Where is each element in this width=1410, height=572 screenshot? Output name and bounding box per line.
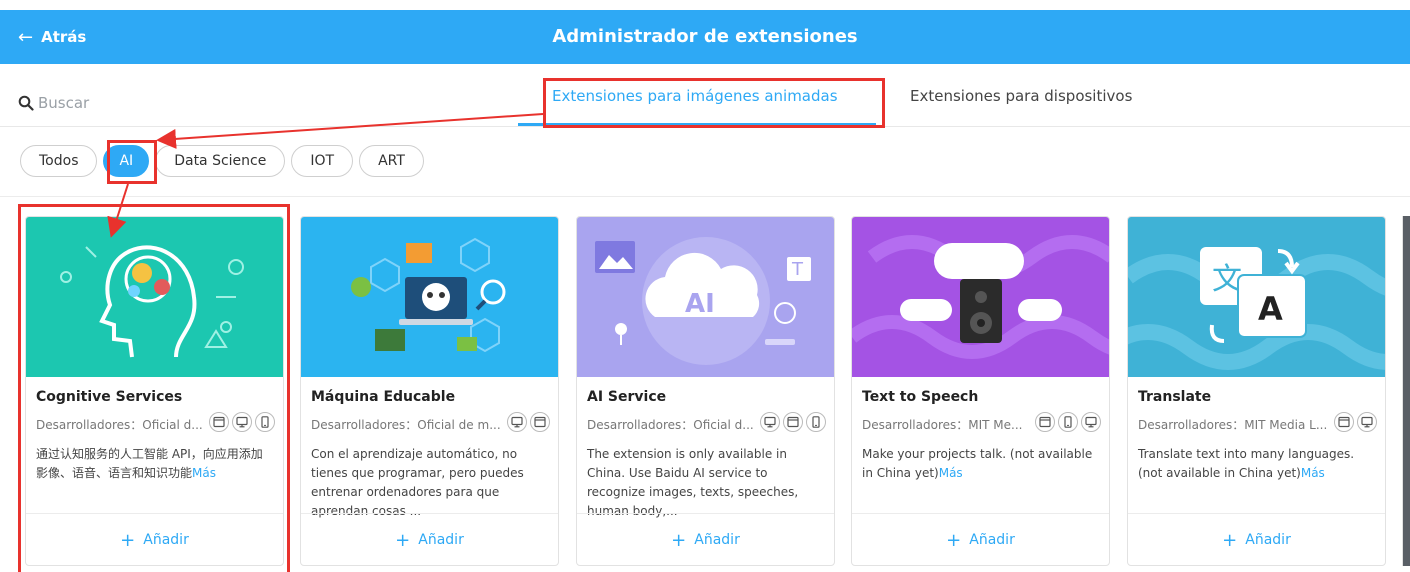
card-description: Translate text into many languages. (not… <box>1138 447 1355 480</box>
mobile-icon <box>1058 412 1078 432</box>
tab-devices[interactable]: Extensiones para dispositivos <box>910 87 1132 105</box>
divider <box>0 196 1410 197</box>
desktop-icon <box>232 412 252 432</box>
extension-card-maquina-educable[interactable]: Máquina Educable Desarrolladores：Oficial… <box>300 216 559 566</box>
divider <box>0 126 1410 127</box>
filter-chip-ai[interactable]: AI <box>103 145 150 177</box>
desktop-icon <box>507 412 527 432</box>
next-card-edge <box>1402 216 1410 566</box>
text-to-speech-image <box>852 217 1109 377</box>
maquina-educable-image <box>301 217 558 377</box>
add-extension-button[interactable]: + Añadir <box>26 514 283 565</box>
ai-service-image: AI T <box>577 217 834 377</box>
cognitive-services-image <box>26 217 283 377</box>
plus-icon: + <box>395 529 411 551</box>
extension-card-translate[interactable]: 文 A Translate Desarrolladores：MIT Media … <box>1127 216 1386 566</box>
card-developer: Desarrolladores：MIT Me... <box>862 418 1023 432</box>
supported-devices <box>757 412 826 432</box>
category-filters: Todos AI Data Science IOT ART <box>20 145 430 177</box>
supported-devices <box>1331 412 1377 432</box>
desktop-icon <box>1357 412 1377 432</box>
browser-icon <box>1035 412 1055 432</box>
extension-card-ai-service[interactable]: AI T AI Service Desarrolladores：Oficial … <box>576 216 835 566</box>
more-link[interactable]: Más <box>192 466 216 480</box>
card-title: AI Service <box>587 389 667 405</box>
plus-icon: + <box>946 529 962 551</box>
svg-text:A: A <box>1258 290 1283 328</box>
tab-animated-images[interactable]: Extensiones para imágenes animadas <box>552 87 838 105</box>
filter-chip-data-science[interactable]: Data Science <box>155 145 286 177</box>
mobile-icon <box>806 412 826 432</box>
more-link[interactable]: Más <box>939 466 963 480</box>
card-description: 通过认知服务的人工智能 API，向应用添加影像、语音、语言和知识功能Más <box>36 447 263 480</box>
arrow-left-icon: ← <box>18 26 34 48</box>
svg-text:AI: AI <box>685 289 715 319</box>
card-developer: Desarrolladores：MIT Media L... <box>1138 418 1328 432</box>
filter-chip-todos[interactable]: Todos <box>20 145 98 177</box>
extension-card-text-to-speech[interactable]: Text to Speech Desarrolladores：MIT Me...… <box>851 216 1110 566</box>
mobile-icon <box>255 412 275 432</box>
desktop-icon <box>1081 412 1101 432</box>
translate-image: 文 A <box>1128 217 1385 377</box>
filter-chip-iot[interactable]: IOT <box>291 145 354 177</box>
page-title: Administrador de extensiones <box>552 26 858 47</box>
search-icon <box>18 95 34 111</box>
card-description: Con el aprendizaje automático, no tienes… <box>311 447 524 518</box>
extension-card-cognitive-services[interactable]: Cognitive Services Desarrolladores：Ofici… <box>25 216 284 566</box>
browser-icon <box>1334 412 1354 432</box>
add-extension-button[interactable]: + Añadir <box>577 514 834 565</box>
card-description: Make your projects talk. (not available … <box>862 447 1093 480</box>
supported-devices <box>504 412 550 432</box>
arrow-to-ai-chip <box>156 113 544 149</box>
top-bar: Administrador de extensiones ← Atrás <box>0 10 1410 64</box>
plus-icon: + <box>671 529 687 551</box>
card-title: Máquina Educable <box>311 389 456 405</box>
plus-icon: + <box>120 529 136 551</box>
plus-icon: + <box>1222 529 1238 551</box>
supported-devices <box>206 412 275 432</box>
card-developer: Desarrolladores：Oficial d... <box>587 418 754 432</box>
browser-icon <box>209 412 229 432</box>
card-developer: Desarrolladores：Oficial d... <box>36 418 203 432</box>
filter-chip-art[interactable]: ART <box>359 145 424 177</box>
more-link[interactable]: Más <box>1301 466 1325 480</box>
card-title: Text to Speech <box>862 389 979 405</box>
desktop-icon <box>760 412 780 432</box>
card-description: The extension is only available in China… <box>587 447 799 518</box>
back-button[interactable]: ← Atrás <box>18 10 86 64</box>
card-title: Cognitive Services <box>36 389 183 405</box>
browser-icon <box>530 412 550 432</box>
add-extension-button[interactable]: + Añadir <box>1128 514 1385 565</box>
back-label: Atrás <box>41 28 87 46</box>
supported-devices <box>1032 412 1101 432</box>
add-extension-button[interactable]: + Añadir <box>852 514 1109 565</box>
add-extension-button[interactable]: + Añadir <box>301 514 558 565</box>
card-title: Translate <box>1138 389 1212 405</box>
card-developer: Desarrolladores：Oficial de m... <box>311 418 501 432</box>
browser-icon <box>783 412 803 432</box>
search-input[interactable]: Buscar <box>18 94 89 112</box>
search-placeholder: Buscar <box>38 94 90 112</box>
svg-text:T: T <box>791 259 804 280</box>
